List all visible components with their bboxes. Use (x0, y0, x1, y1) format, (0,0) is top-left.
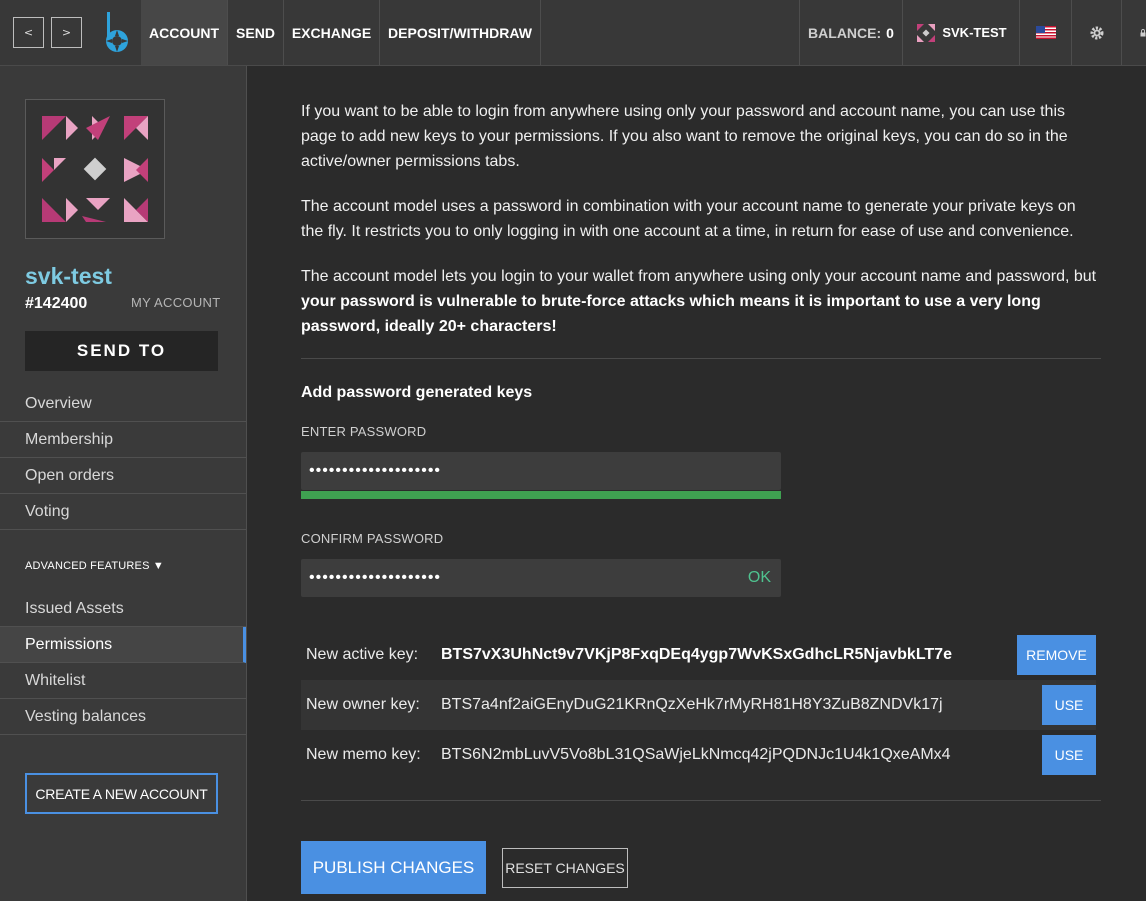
confirm-status: OK (747, 569, 771, 586)
avatar[interactable] (25, 99, 165, 239)
key-value: BTS6N2mbLuvV5Vo8bL31QSaWjeLkNmcq42jPQDNJ… (441, 746, 951, 763)
section-title: Add password generated keys (301, 384, 533, 401)
menu-exchange[interactable]: EXCHANGE (284, 0, 380, 65)
gear-icon (1090, 26, 1103, 39)
lock-button[interactable] (1121, 0, 1146, 65)
key-label: New memo key: (306, 746, 421, 763)
sidebar-item-issued-assets[interactable]: Issued Assets (0, 591, 246, 627)
language-selector[interactable] (1019, 0, 1071, 65)
sidebar-item-membership[interactable]: Membership (0, 422, 246, 458)
my-account-label: MY ACCOUNT (131, 295, 221, 310)
model-paragraph: The account model uses a password in com… (301, 198, 1076, 240)
account-selector[interactable]: SVK-TEST (902, 0, 1019, 65)
divider (301, 358, 1101, 359)
us-flag-icon (1035, 26, 1056, 39)
key-label: New active key: (306, 646, 419, 663)
sidebar-item-open-orders[interactable]: Open orders (0, 458, 246, 494)
forward-button[interactable]: > (51, 17, 82, 48)
remove-active-key-button[interactable]: REMOVE (1017, 635, 1096, 675)
account-identicon-icon (42, 116, 148, 222)
confirm-password-label: CONFIRM PASSWORD (301, 531, 444, 546)
divider (301, 800, 1101, 801)
sidebar-item-voting[interactable]: Voting (0, 494, 246, 530)
key-value: BTS7a4nf2aiGEnyDuG21KRnQzXeHk7rMyRH81H8Y… (441, 696, 943, 713)
send-to-button[interactable]: SEND TO (25, 331, 218, 371)
enter-password-label: ENTER PASSWORD (301, 424, 427, 439)
settings-button[interactable] (1071, 0, 1121, 65)
password-strength-bar (301, 491, 781, 499)
key-row-memo: New memo key: BTS6N2mbLuvV5Vo8bL31QSaWje… (301, 730, 1096, 780)
key-value: BTS7vX3UhNct9v7VKjP8FxqDEq4ygp7WvKSxGdhc… (441, 646, 952, 663)
use-memo-key-button[interactable]: USE (1042, 735, 1096, 775)
menu-send[interactable]: SEND (228, 0, 284, 65)
enter-password-input[interactable]: •••••••••••••••••••• (301, 452, 781, 490)
key-row-active: New active key: BTS7vX3UhNct9v7VKjP8FxqD… (301, 630, 1096, 680)
lock-icon (1140, 28, 1146, 36)
menu-deposit-withdraw[interactable]: DEPOSIT/WITHDRAW (380, 0, 541, 65)
create-account-button[interactable]: CREATE A NEW ACCOUNT (25, 773, 218, 814)
back-button[interactable]: < (13, 17, 44, 48)
confirm-password-field[interactable]: •••••••••••••••••••• OK (301, 559, 781, 597)
sidebar-item-whitelist[interactable]: Whitelist (0, 663, 246, 699)
warning-text: The account model lets you login to your… (301, 268, 1097, 285)
sidebar: svk-test #142400 MY ACCOUNT SEND TO Over… (0, 66, 247, 901)
account-name[interactable]: svk-test (25, 263, 112, 290)
permissions-panel: If you want to be able to login from any… (247, 66, 1146, 901)
account-avatar-icon (917, 23, 936, 42)
balance-label: BALANCE: (808, 24, 882, 41)
publish-changes-button[interactable]: PUBLISH CHANGES (301, 841, 486, 894)
balance-display[interactable]: BALANCE: 0 (799, 0, 902, 65)
key-row-owner: New owner key: BTS7a4nf2aiGEnyDuG21KRnQz… (301, 680, 1096, 730)
warning-paragraph: The account model lets you login to your… (301, 264, 1101, 339)
sidebar-item-overview[interactable]: Overview (0, 386, 246, 422)
balance-value: 0 (886, 24, 894, 41)
key-label: New owner key: (306, 696, 420, 713)
use-owner-key-button[interactable]: USE (1042, 685, 1096, 725)
warning-bold-text: your password is vulnerable to brute-for… (301, 293, 1041, 335)
top-bar: < > ACCOUNT SEND EXCHANGE DEPOSIT/WITHDR… (0, 0, 1146, 66)
intro-paragraph: If you want to be able to login from any… (301, 103, 1068, 170)
account-label: SVK-TEST (942, 25, 1007, 40)
account-id: #142400 (25, 295, 88, 312)
advanced-features-toggle[interactable]: ADVANCED FEATURES ▼ (25, 560, 164, 572)
menu-account[interactable]: ACCOUNT (141, 0, 228, 65)
confirm-password-input[interactable]: •••••••••••••••••••• (309, 569, 441, 587)
bitshares-logo-icon[interactable] (100, 10, 134, 54)
sidebar-item-permissions[interactable]: Permissions (0, 627, 246, 663)
sidebar-item-vesting-balances[interactable]: Vesting balances (0, 699, 246, 735)
reset-changes-button[interactable]: RESET CHANGES (502, 848, 628, 888)
